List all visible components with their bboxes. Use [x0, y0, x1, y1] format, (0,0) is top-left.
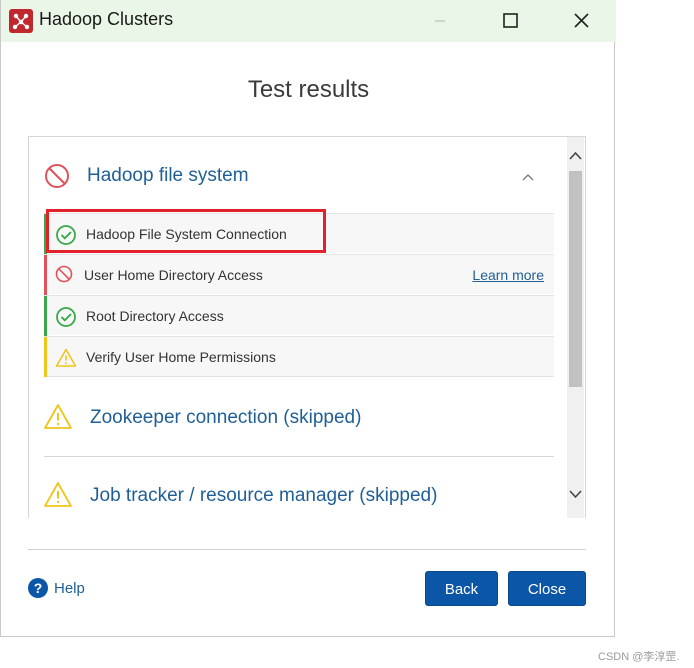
warning-icon: [43, 403, 73, 436]
section-job-tracker[interactable]: Job tracker / resource manager (skipped): [29, 479, 567, 518]
warning-icon: [43, 481, 73, 514]
list-item: Verify User Home Permissions: [44, 336, 554, 377]
help-label: Help: [54, 580, 85, 597]
watermark: CSDN @李淳罡.: [598, 651, 680, 663]
section-zookeeper[interactable]: Zookeeper connection (skipped): [29, 401, 567, 441]
list-item: Root Directory Access: [44, 295, 554, 336]
scroll-thumb[interactable]: [569, 171, 582, 387]
warning-icon: [55, 347, 77, 374]
scroll-down-icon[interactable]: [567, 485, 584, 503]
error-icon: [44, 163, 70, 194]
results-panel: Hadoop file system Hadoop File System Co…: [28, 136, 586, 518]
dialog-window: Hadoop Clusters Test results Hadoop file…: [0, 0, 616, 637]
success-check-icon: [55, 306, 77, 333]
section-title: Zookeeper connection (skipped): [90, 407, 362, 428]
item-label: Root Directory Access: [86, 308, 224, 324]
svg-text:?: ?: [34, 580, 43, 596]
chevron-up-icon[interactable]: [521, 169, 535, 187]
section-hadoop-file-system[interactable]: Hadoop file system: [29, 157, 567, 197]
scrollbar[interactable]: [567, 137, 584, 518]
close-window-button[interactable]: [558, 0, 604, 42]
maximize-button[interactable]: [487, 0, 533, 42]
learn-more-link[interactable]: Learn more: [472, 267, 544, 283]
divider: [44, 456, 554, 457]
section-title: Job tracker / resource manager (skipped): [90, 485, 438, 506]
item-label: Verify User Home Permissions: [86, 349, 276, 365]
list-item: User Home Directory Access Learn more: [44, 254, 554, 295]
hadoop-cluster-icon: [9, 9, 33, 33]
minimize-button[interactable]: [417, 0, 463, 42]
help-icon: ?: [28, 578, 48, 598]
back-button[interactable]: Back: [425, 571, 498, 606]
window-title: Hadoop Clusters: [39, 9, 174, 29]
close-button[interactable]: Close: [508, 571, 586, 606]
footer-divider: [28, 549, 586, 550]
section-title: Hadoop file system: [87, 165, 249, 186]
highlight-box: [46, 209, 326, 253]
title-bar[interactable]: Hadoop Clusters: [1, 0, 616, 42]
scroll-up-icon[interactable]: [567, 147, 584, 165]
help-link[interactable]: ? Help: [28, 578, 85, 603]
error-icon: [55, 265, 77, 292]
page-title: Test results: [247, 76, 370, 103]
item-label: User Home Directory Access: [84, 267, 263, 283]
